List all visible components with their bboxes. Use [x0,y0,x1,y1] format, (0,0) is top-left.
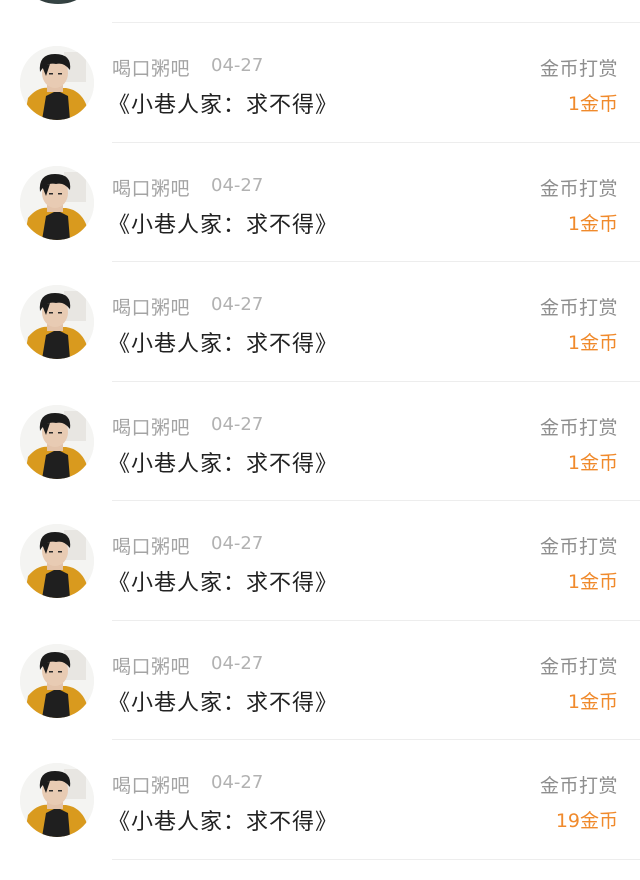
timestamp: 04-27 [211,55,264,76]
reward-amount: 19金币 [555,810,618,832]
avatar[interactable] [20,285,94,359]
reward-list: 喝口粥吧 04-27 《小巷人家：求不得》 金币打赏 1金币 喝口粥吧 04-2… [0,23,640,860]
book-title[interactable]: 《小巷人家：求不得》 [108,685,338,717]
action-label: 金币打赏 [539,775,618,797]
previous-list-item-partial[interactable] [0,0,640,22]
action-label: 金币打赏 [539,177,618,200]
book-title[interactable]: 《小巷人家：求不得》 [108,326,338,358]
username[interactable]: 喝口粥吧 [112,413,190,440]
user-avatar-icon [20,404,94,479]
book-title[interactable]: 《小巷人家：求不得》 [108,87,338,119]
timestamp: 04-27 [211,652,264,674]
list-divider [112,858,640,860]
username[interactable]: 喝口粥吧 [112,652,190,679]
list-item[interactable]: 喝口粥吧 04-27 《小巷人家：求不得》 金币打赏 1金币 [0,262,640,382]
list-item[interactable]: 喝口粥吧 04-27 《小巷人家：求不得》 金币打赏 1金币 [0,621,640,740]
reward-amount: 1金币 [567,212,618,235]
reward-amount: 1金币 [567,332,618,354]
book-title[interactable]: 《小巷人家：求不得》 [108,446,338,478]
action-label: 金币打赏 [539,416,618,439]
action-label: 金币打赏 [539,58,618,80]
timestamp: 04-27 [211,772,264,793]
avatar[interactable] [20,46,94,120]
avatar[interactable] [20,404,94,479]
book-title[interactable]: 《小巷人家：求不得》 [108,804,338,836]
user-avatar-icon [20,165,94,240]
list-item[interactable]: 喝口粥吧 04-27 《小巷人家：求不得》 金币打赏 1金币 [0,23,640,143]
user-avatar-icon [20,643,94,718]
timestamp: 04-27 [211,174,264,196]
list-item[interactable]: 喝口粥吧 04-27 《小巷人家：求不得》 金币打赏 19金币 [0,740,640,860]
action-label: 金币打赏 [539,297,618,319]
reward-amount: 1金币 [567,451,618,474]
avatar[interactable] [20,165,94,240]
book-title[interactable]: 《小巷人家：求不得》 [108,207,338,239]
avatar [24,0,92,4]
list-item[interactable]: 喝口粥吧 04-27 《小巷人家：求不得》 金币打赏 1金币 [0,143,640,262]
username[interactable]: 喝口粥吧 [112,532,190,559]
user-avatar-icon [20,763,94,837]
action-label: 金币打赏 [539,655,618,678]
reward-amount: 1金币 [567,571,618,593]
reward-amount: 1金币 [567,690,618,713]
list-item[interactable]: 喝口粥吧 04-27 《小巷人家：求不得》 金币打赏 1金币 [0,382,640,501]
user-avatar-icon [20,46,94,120]
list-item[interactable]: 喝口粥吧 04-27 《小巷人家：求不得》 金币打赏 1金币 [0,501,640,621]
username[interactable]: 喝口粥吧 [112,174,190,201]
avatar[interactable] [20,763,94,837]
avatar[interactable] [20,524,94,598]
user-avatar-icon [20,285,94,359]
user-avatar-icon [20,524,94,598]
book-title[interactable]: 《小巷人家：求不得》 [108,565,338,597]
timestamp: 04-27 [211,533,264,554]
reward-amount: 1金币 [567,93,618,115]
username[interactable]: 喝口粥吧 [112,293,190,320]
timestamp: 04-27 [211,413,264,435]
username[interactable]: 喝口粥吧 [112,54,190,81]
username[interactable]: 喝口粥吧 [112,771,190,798]
avatar[interactable] [20,643,94,718]
timestamp: 04-27 [211,294,264,315]
action-label: 金币打赏 [539,536,618,558]
